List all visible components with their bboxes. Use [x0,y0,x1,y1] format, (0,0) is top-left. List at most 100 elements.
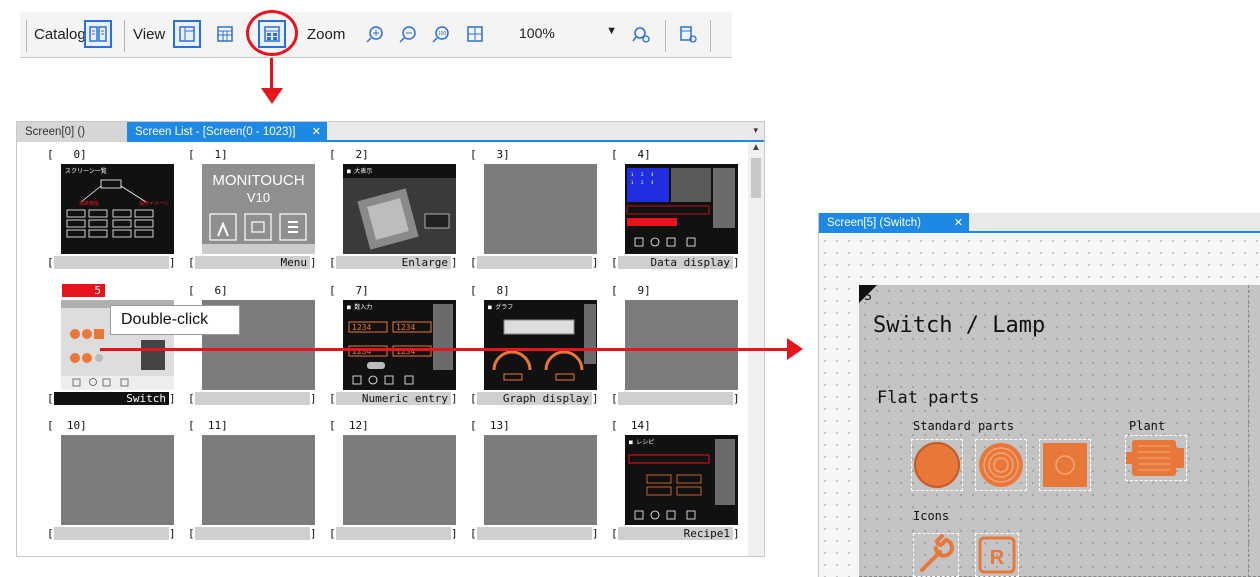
zoom-out-icon[interactable] [394,20,422,48]
name-bracket: ] [733,392,740,405]
view-grid-icon[interactable] [211,20,239,48]
screen-preview[interactable]: 124124 [625,164,738,254]
plant-label[interactable]: Plant [1129,419,1165,433]
tab-label: Screen List - [Screen(0 - 1023)] [135,126,296,138]
tab-screen-0[interactable]: Screen[0] () [17,122,127,142]
thumb-title: MONITOUCH [212,172,305,189]
screen-preview[interactable]: ■ 数入力 1234 1234 1234 1234 [343,300,456,390]
screen-name[interactable] [195,527,310,540]
tab-screen-list[interactable]: Screen List - [Screen(0 - 1023)] ✕ [127,122,327,142]
zoom-settings-icon[interactable] [627,20,655,48]
name-bracket: [ [611,256,618,269]
screen-index: [ 4] [611,148,651,161]
screen-settings-icon[interactable] [674,20,702,48]
screen-index: [ 3] [470,148,510,161]
screen-preview[interactable]: ■ レシピ [625,435,738,525]
screen-title-text[interactable]: Switch / Lamp [873,313,1045,338]
catalog-book-icon[interactable] [84,20,112,48]
svg-text:■ 数入力: ■ 数入力 [347,303,372,311]
screen-thumbnail-cell[interactable]: [ 8] ■ グラフ [Graph display] [470,284,599,419]
screen-name[interactable]: Graph display [477,392,592,405]
screen-name[interactable] [336,527,451,540]
name-bracket: [ [470,527,477,540]
wrench-icon[interactable] [913,533,959,577]
svg-text:操作イメージ: 操作イメージ [139,200,169,207]
screen-thumbnail-cell[interactable]: [ 12] [] [329,419,458,554]
fit-to-window-icon[interactable] [461,20,489,48]
screen-preview[interactable] [202,435,315,525]
thumb-content: ■ レシピ [625,435,738,525]
screen-preview[interactable] [61,435,174,525]
name-bracket: ] [733,256,740,269]
ring-lamp-part[interactable] [975,439,1027,491]
screen-preview[interactable]: ■ 大表示 [343,164,456,254]
view-layout-icon[interactable] [173,20,201,48]
screen-preview[interactable] [343,435,456,525]
icons-label[interactable]: Icons [913,509,949,523]
screen-index: [ 13] [470,419,510,432]
highlight-circle [246,10,298,56]
zoom-select[interactable]: 100% ▼ [513,21,623,47]
screen-preview[interactable]: MONITOUCH V10 [202,164,315,254]
screen-name[interactable]: Enlarge [336,256,451,269]
screen-thumbnail-cell[interactable]: [ 14] ■ レシピ [Recipe1] [611,419,740,554]
scroll-up-icon[interactable]: ▲ [751,142,761,153]
zoom-in-icon[interactable] [361,20,389,48]
screen-thumbnail-cell[interactable]: [ 2] ■ 大表示 [Enlarge] [329,148,458,283]
chevron-down-icon[interactable]: ▾ [753,125,758,136]
screen-name[interactable] [195,392,310,405]
name-bracket: [ [329,527,336,540]
screen-name[interactable] [477,256,592,269]
screen-index: [ 11] [188,419,228,432]
screen-thumbnail-cell[interactable]: [ 13] [] [470,419,599,554]
name-bracket: [ [329,392,336,405]
screen-name[interactable] [54,527,169,540]
editor-canvas[interactable]: S Switch / Lamp Flat parts Standard part… [819,235,1260,577]
screen-name[interactable]: Recipe1 [618,527,733,540]
svg-text:スクリーン一覧: スクリーン一覧 [65,167,107,175]
tab-screen-5[interactable]: Screen[5] (Switch) ✕ [819,213,969,233]
zoom-label: Zoom [307,26,346,43]
thumb-content: ■ 大表示 [343,164,456,254]
section-heading[interactable]: Flat parts [877,388,979,408]
screen-thumbnail-cell[interactable]: [ 10] [] [47,419,176,554]
screen-thumbnail-cell[interactable]: [ 0] スクリーン一覧 標準機能 操作イメージ [] [47,148,176,283]
screen-preview[interactable]: スクリーン一覧 標準機能 操作イメージ [61,164,174,254]
screen-preview[interactable] [625,300,738,390]
screen-thumbnail-cell[interactable]: [ 9] [] [611,284,740,419]
screen-thumbnail-cell[interactable]: [ 7] ■ 数入力 1234 1234 1234 1234[Numeric entry] [329,284,458,419]
svg-text:100: 100 [438,31,447,37]
name-bracket: [ [47,392,54,405]
scroll-thumb[interactable] [751,158,761,198]
round-switch-part[interactable] [911,439,963,491]
arrow-down [270,58,273,92]
zoom-100-icon[interactable]: 100 [427,20,455,48]
close-icon[interactable]: ✕ [954,213,963,233]
square-switch-part[interactable] [1039,439,1091,491]
screen-thumbnail-cell[interactable]: [ 1] MONITOUCH V10 [Menu] [188,148,317,283]
screen-name[interactable] [477,527,592,540]
name-bracket: ] [451,392,458,405]
list-tabbar: Screen[0] () Screen List - [Screen(0 - 1… [17,122,764,142]
screen-area[interactable]: S Switch / Lamp Flat parts Standard part… [859,285,1260,577]
screen-name[interactable]: Menu [195,256,310,269]
screen-thumbnail-cell[interactable]: [ 4] 1 2 4 1 2 4 [Data display] [611,148,740,283]
plant-tank-part[interactable] [1125,435,1187,481]
svg-text:■ 大表示: ■ 大表示 [347,167,372,175]
close-icon[interactable]: ✕ [312,122,321,142]
screen-name[interactable] [618,392,733,405]
screen-index: 5 [62,284,105,297]
screen-thumbnail-cell[interactable]: [ 3] [] [470,148,599,283]
screen-thumbnail-cell[interactable]: [ 11] [] [188,419,317,554]
standard-parts-label[interactable]: Standard parts [913,419,1014,433]
screen-preview[interactable] [484,435,597,525]
name-bracket: ] [592,392,599,405]
screen-preview[interactable] [484,164,597,254]
screen-preview[interactable]: ■ グラフ [484,300,597,390]
recipe-r-icon[interactable]: R [975,533,1019,577]
screen-name[interactable]: Switch [54,392,169,405]
screen-name[interactable] [54,256,169,269]
screen-name[interactable]: Numeric entry [336,392,451,405]
screen-name[interactable]: Data display [618,256,733,269]
thumb-content: 124124 [625,164,738,254]
